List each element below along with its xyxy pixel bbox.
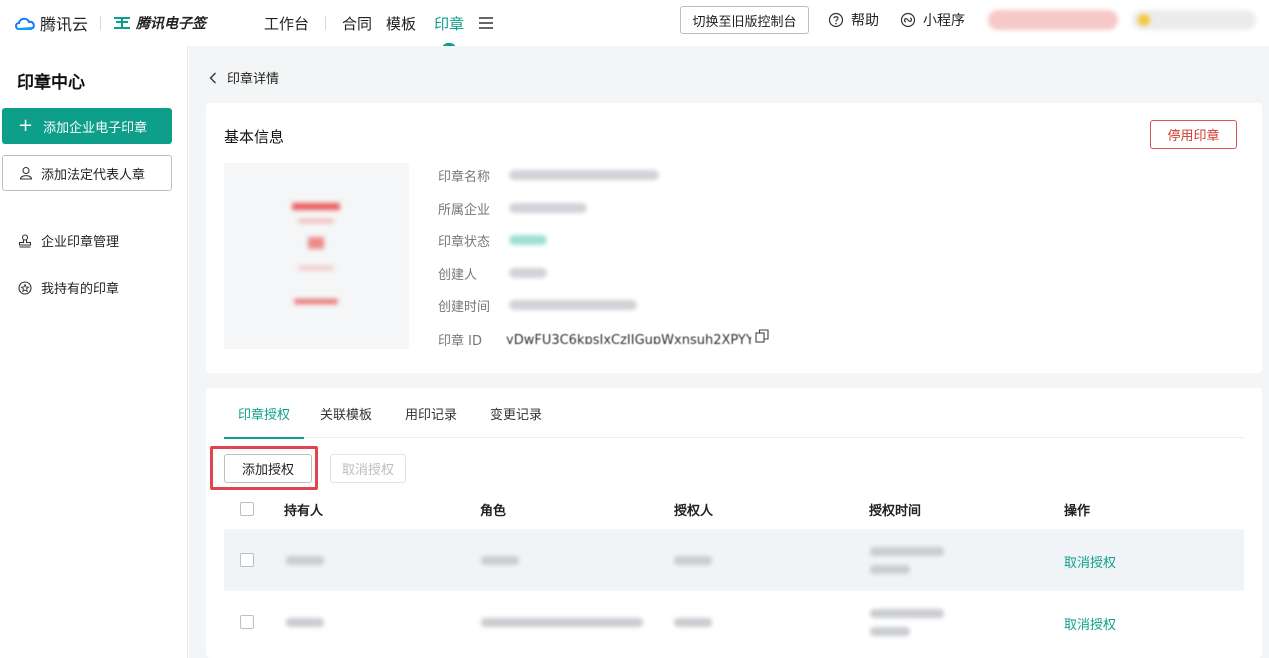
sidebar-title: 印章中心 bbox=[17, 73, 85, 93]
creator-label: 创建人 bbox=[438, 268, 478, 283]
add-enterprise-seal-label: 添加企业电子印章 bbox=[43, 120, 148, 136]
tab-change-records[interactable]: 变更记录 bbox=[488, 388, 544, 438]
main-nav: 工作台 合同 模板 印章 bbox=[264, 0, 494, 49]
add-legal-seal-button[interactable]: 添加法定代表人章 bbox=[2, 155, 172, 191]
grantor-redacted bbox=[674, 556, 712, 565]
account-info-redacted[interactable] bbox=[988, 10, 1118, 30]
chevron-left-icon bbox=[209, 72, 216, 83]
sidebar: 印章中心 + 添加企业电子印章 添加法定代表人章 企业印章管理 我持有的印章 bbox=[0, 46, 188, 658]
column-holder: 持有人 bbox=[284, 503, 324, 519]
grantor-redacted bbox=[674, 618, 712, 627]
switch-old-console-button[interactable]: 切换至旧版控制台 bbox=[680, 6, 809, 34]
sidebar-item-label: 我持有的印章 bbox=[41, 282, 120, 297]
add-grant-button[interactable]: 添加授权 bbox=[224, 454, 312, 483]
nav-contract[interactable]: 合同 bbox=[342, 0, 372, 46]
more-menu-icon[interactable] bbox=[478, 16, 494, 30]
table-row: 取消授权 bbox=[224, 529, 1244, 591]
brand-divider bbox=[100, 16, 102, 30]
table-header: 持有人 角色 授权人 授权时间 操作 bbox=[224, 494, 1244, 524]
seal-tabs-card: 印章授权 关联模板 用印记录 变更记录 添加授权 取消授权 持有人 角色 授权人… bbox=[206, 388, 1262, 658]
column-action: 操作 bbox=[1064, 503, 1091, 519]
mini-program-icon bbox=[900, 12, 916, 28]
row-checkbox[interactable] bbox=[240, 615, 254, 629]
role-redacted bbox=[481, 556, 519, 565]
seal-name-value-redacted bbox=[509, 170, 659, 180]
nav-seal[interactable]: 印章 bbox=[434, 0, 464, 49]
column-grant-time: 授权时间 bbox=[869, 503, 922, 519]
esign-logo[interactable]: 腾讯电子签 bbox=[113, 13, 206, 33]
grant-time-redacted bbox=[870, 627, 910, 636]
grant-date-redacted bbox=[870, 547, 944, 556]
tencent-cloud-logo[interactable]: 腾讯云 bbox=[14, 11, 88, 35]
sidebar-item-enterprise-seals[interactable]: 企业印章管理 bbox=[18, 231, 119, 250]
copy-icon[interactable] bbox=[755, 329, 769, 343]
sidebar-item-my-seals[interactable]: 我持有的印章 bbox=[18, 278, 119, 297]
mini-program-link[interactable]: 小程序 bbox=[900, 0, 965, 40]
esign-logo-icon bbox=[114, 17, 131, 29]
seal-badge-icon bbox=[18, 280, 32, 295]
seal-preview bbox=[224, 163, 409, 349]
nav-template[interactable]: 模板 bbox=[386, 0, 416, 46]
nav-divider bbox=[325, 16, 327, 30]
top-navbar: 腾讯云 腾讯电子签 工作台 合同 模板 印章 切换至旧版控制台 帮助 小程序 bbox=[0, 0, 1269, 49]
basic-info-title: 基本信息 bbox=[224, 128, 285, 146]
help-label: 帮助 bbox=[851, 13, 879, 29]
select-all-checkbox[interactable] bbox=[240, 502, 254, 516]
creator-value-redacted bbox=[509, 268, 547, 278]
back-breadcrumb[interactable]: 印章详情 bbox=[209, 68, 279, 87]
column-grantor: 授权人 bbox=[674, 503, 714, 519]
created-time-value-redacted bbox=[509, 300, 637, 310]
cloud-brand-name: 腾讯云 bbox=[40, 15, 89, 34]
seal-name-label: 印章名称 bbox=[438, 170, 491, 185]
holder-redacted bbox=[286, 618, 324, 627]
tab-bar: 印章授权 关联模板 用印记录 变更记录 bbox=[224, 388, 1244, 439]
help-icon bbox=[828, 12, 844, 28]
column-role: 角色 bbox=[480, 503, 507, 519]
holder-redacted bbox=[286, 556, 324, 565]
plus-icon: + bbox=[18, 115, 34, 136]
help-link[interactable]: 帮助 bbox=[828, 0, 879, 40]
main-content: 印章详情 基本信息 停用印章 印章名称 所属企业 印章状态 创建人 创建时间 印… bbox=[189, 46, 1269, 658]
row-cancel-grant-link[interactable]: 取消授权 bbox=[1064, 614, 1116, 633]
add-enterprise-seal-button[interactable]: + 添加企业电子印章 bbox=[2, 108, 172, 144]
cloud-logo-icon bbox=[15, 17, 35, 30]
grant-time-redacted bbox=[870, 565, 910, 574]
basic-info-card: 基本信息 停用印章 印章名称 所属企业 印章状态 创建人 创建时间 印章 ID … bbox=[206, 103, 1262, 373]
cancel-grant-button[interactable]: 取消授权 bbox=[330, 454, 406, 483]
grant-date-redacted bbox=[870, 609, 944, 618]
brand[interactable]: 腾讯云 腾讯电子签 bbox=[14, 11, 206, 35]
company-label: 所属企业 bbox=[438, 203, 491, 218]
esign-brand-name: 腾讯电子签 bbox=[136, 16, 207, 32]
table-row: 取消授权 bbox=[224, 591, 1244, 653]
tab-linked-templates[interactable]: 关联模板 bbox=[318, 388, 374, 438]
tab-usage-records[interactable]: 用印记录 bbox=[403, 388, 459, 438]
tab-seal-authorization[interactable]: 印章授权 bbox=[224, 388, 305, 439]
row-cancel-grant-link[interactable]: 取消授权 bbox=[1064, 552, 1116, 571]
add-legal-seal-label: 添加法定代表人章 bbox=[41, 167, 146, 183]
sidebar-item-label: 企业印章管理 bbox=[41, 235, 120, 250]
page-title: 印章详情 bbox=[227, 72, 280, 87]
seal-id-value: yDwFU3C6kpsIxCzIIGupWxnsuh2XPYYW bbox=[506, 333, 751, 344]
stamp-icon bbox=[18, 233, 32, 248]
person-icon bbox=[19, 166, 33, 180]
seal-id-label: 印章 ID bbox=[438, 334, 482, 349]
row-checkbox[interactable] bbox=[240, 553, 254, 567]
company-value-redacted bbox=[509, 203, 587, 213]
seal-status-label: 印章状态 bbox=[438, 235, 491, 250]
seal-status-value-redacted bbox=[509, 235, 547, 245]
created-time-label: 创建时间 bbox=[438, 300, 491, 315]
role-redacted bbox=[481, 618, 643, 627]
mini-program-label: 小程序 bbox=[923, 13, 965, 29]
disable-seal-button[interactable]: 停用印章 bbox=[1150, 120, 1237, 149]
nav-workbench[interactable]: 工作台 bbox=[264, 0, 309, 46]
user-menu-redacted[interactable] bbox=[1132, 10, 1256, 30]
